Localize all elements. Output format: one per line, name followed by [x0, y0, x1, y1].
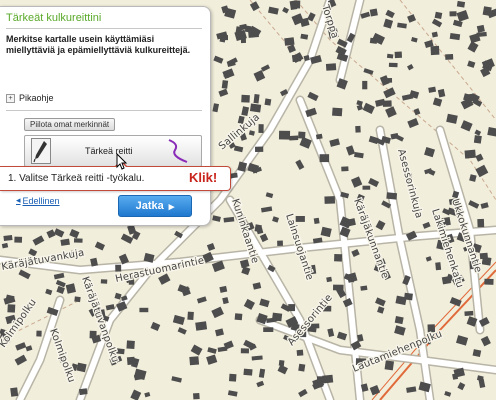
important-route-tool-button[interactable]: Tärkeä reitti	[24, 135, 202, 167]
building	[255, 146, 264, 152]
previous-link[interactable]: ◂ Edellinen	[16, 195, 60, 206]
building	[445, 53, 454, 60]
building	[291, 54, 302, 63]
building	[36, 330, 42, 337]
building	[464, 149, 476, 159]
pen-icon	[31, 138, 51, 164]
building	[73, 238, 83, 243]
panel-title: Tärkeät kulkureittini	[6, 12, 102, 24]
building	[325, 63, 337, 71]
building	[263, 327, 274, 332]
building	[324, 196, 336, 204]
next-button-label: Jatka	[135, 200, 164, 212]
building	[334, 254, 343, 262]
building	[78, 388, 88, 396]
building	[355, 125, 361, 133]
building	[394, 51, 403, 59]
building	[464, 310, 474, 316]
building	[289, 135, 299, 141]
building	[240, 348, 249, 354]
building	[278, 130, 291, 140]
building	[229, 172, 238, 179]
building	[221, 80, 229, 89]
building	[484, 278, 494, 285]
building	[332, 107, 343, 117]
building	[139, 307, 149, 313]
building	[298, 363, 306, 372]
building	[293, 0, 301, 9]
building	[264, 98, 272, 106]
building	[313, 217, 320, 225]
building	[241, 94, 250, 103]
building	[386, 53, 394, 59]
building	[249, 103, 262, 113]
building	[189, 356, 200, 366]
building	[195, 321, 208, 331]
building	[479, 252, 488, 260]
building	[7, 304, 16, 313]
building	[326, 276, 333, 283]
building	[360, 285, 368, 291]
building	[441, 275, 452, 285]
building	[14, 236, 23, 243]
divider	[6, 28, 202, 29]
building	[333, 284, 344, 291]
building	[430, 45, 440, 56]
building	[369, 37, 378, 44]
next-button[interactable]: Jatka ▸	[118, 195, 192, 217]
hide-markings-button[interactable]: Piilota omat merkinnät	[24, 118, 116, 131]
building	[288, 304, 295, 312]
building	[456, 0, 466, 8]
building	[243, 368, 253, 376]
building	[228, 373, 237, 382]
building	[296, 349, 304, 356]
tooltip-emphasis: Klik!	[189, 170, 218, 185]
building	[258, 124, 264, 133]
building	[193, 392, 200, 400]
building	[100, 279, 108, 284]
tooltip-text: 1. Valitse Tärkeä reitti -työkalu.	[8, 173, 145, 184]
building	[449, 11, 457, 17]
chevron-left-icon: ◂	[16, 195, 21, 205]
mouse-cursor-icon	[116, 153, 128, 170]
chevron-right-icon: ▸	[168, 200, 175, 213]
previous-link-label: Edellinen	[22, 195, 60, 206]
quick-help-row[interactable]: + Pikaohje	[6, 93, 54, 103]
building	[115, 264, 122, 272]
building	[126, 340, 135, 350]
divider	[6, 110, 202, 111]
building	[10, 387, 19, 397]
building	[369, 8, 378, 17]
route-panel: Tärkeät kulkureittini Merkitse kartalle …	[0, 6, 211, 226]
building	[277, 240, 283, 246]
building	[341, 166, 349, 172]
building	[3, 234, 13, 242]
building	[319, 154, 330, 163]
building	[74, 296, 81, 303]
quick-help-label[interactable]: Pikaohje	[19, 93, 54, 103]
route-line-icon	[168, 139, 188, 163]
building	[435, 262, 442, 271]
building	[477, 218, 485, 228]
building	[473, 135, 482, 144]
expand-icon[interactable]: +	[6, 93, 15, 103]
building	[434, 11, 443, 20]
building	[126, 356, 136, 365]
building	[234, 313, 243, 321]
building	[388, 62, 398, 68]
panel-description: Merkitse kartalle usein käyttämiäsi miel…	[6, 34, 191, 55]
building	[187, 311, 194, 320]
building	[386, 192, 398, 200]
building	[362, 80, 368, 90]
building	[362, 185, 371, 190]
building	[222, 35, 228, 41]
building	[322, 374, 334, 384]
